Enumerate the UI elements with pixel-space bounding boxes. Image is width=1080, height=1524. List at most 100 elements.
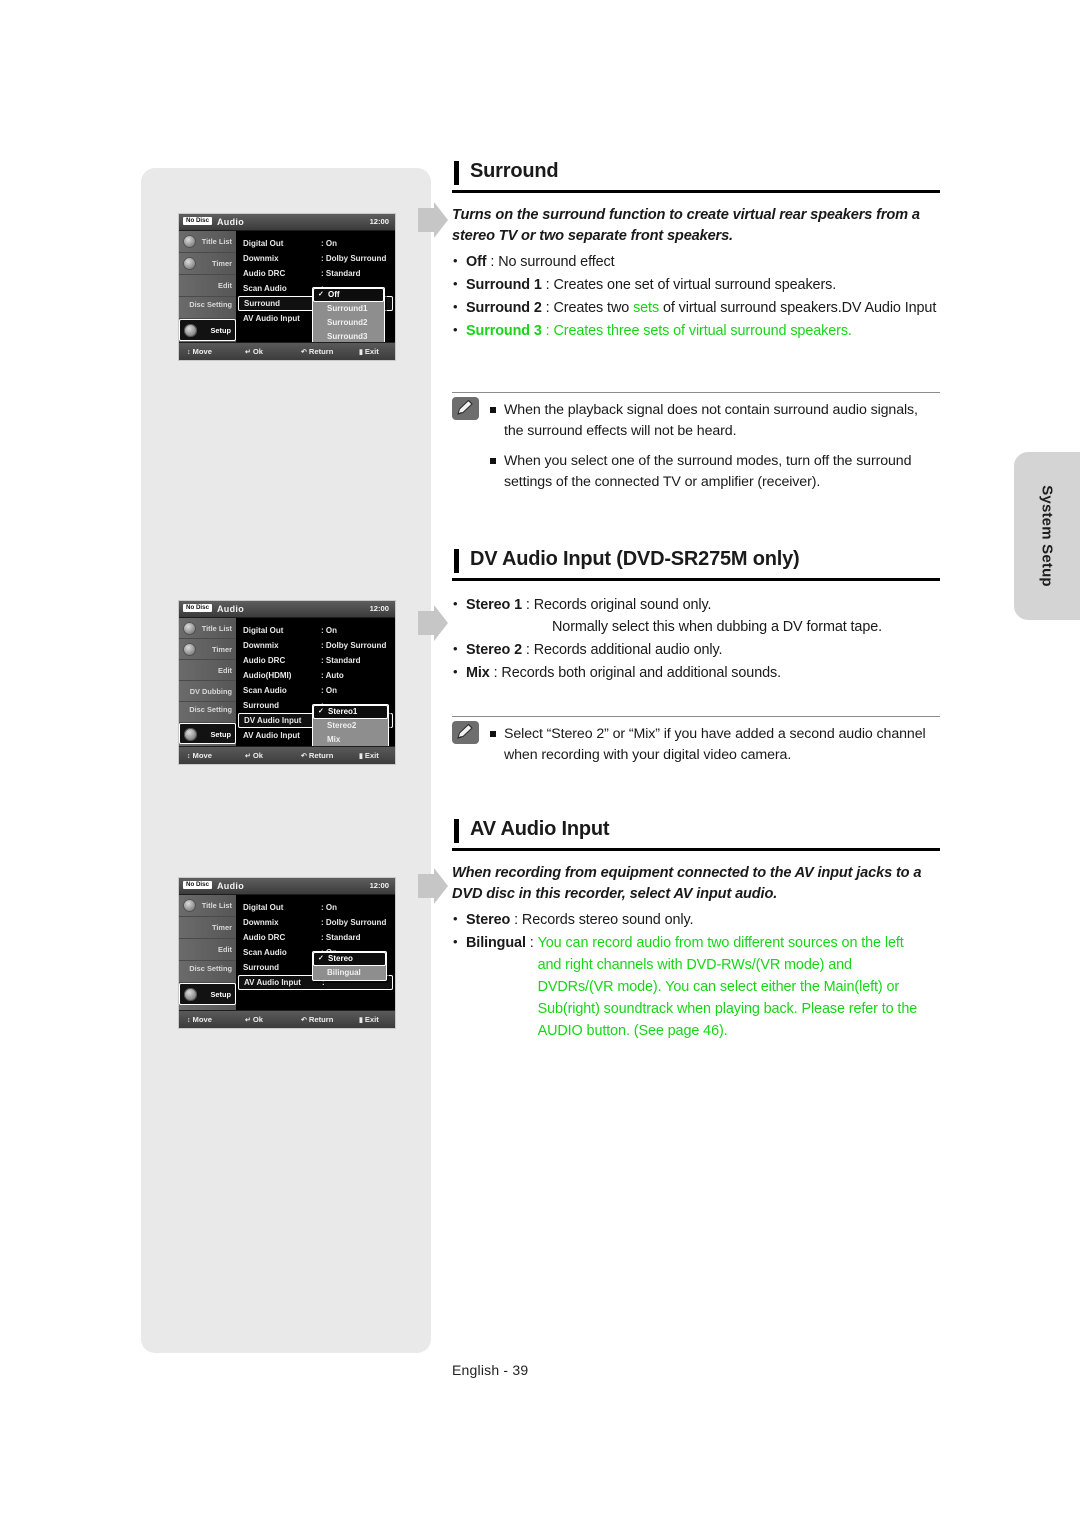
osd-menu-panel: Digital Out : On Downmix : Dolby Surroun… bbox=[236, 895, 395, 1012]
section-heading: DV Audio Input (DVD-SR275M only) bbox=[452, 548, 940, 581]
footer-exit[interactable]: ▮ Exit bbox=[359, 1015, 379, 1024]
osd-menu-panel: Digital Out : On Downmix : Dolby Surroun… bbox=[236, 231, 395, 345]
note-box-surround: When the playback signal does not contai… bbox=[452, 392, 940, 501]
section-heading: Surround bbox=[452, 160, 940, 193]
page-title: AV Audio Input bbox=[470, 818, 610, 840]
footer-exit[interactable]: ▮ Exit bbox=[359, 751, 379, 760]
return-arrow-icon: ↶ bbox=[301, 1017, 307, 1024]
sidebar-item-title-list[interactable]: Title List bbox=[179, 231, 236, 253]
section-intro: Turns on the surround function to create… bbox=[452, 207, 920, 244]
updown-arrow-icon: ↕ bbox=[187, 1017, 191, 1024]
menu-row[interactable]: Digital Out : On bbox=[236, 623, 395, 638]
footer-move[interactable]: ↕ Move bbox=[187, 1015, 212, 1024]
menu-row[interactable]: Audio(HDMI) : Auto bbox=[236, 668, 395, 683]
menu-row[interactable]: Audio DRC : Standard bbox=[236, 653, 395, 668]
osd-screenshot-av-audio-input: No Disc Audio 12:00 Title List Timer Edi… bbox=[178, 877, 396, 1029]
surround-dropdown[interactable]: ✓ Off Surround1 Surround2 Surround3 bbox=[312, 287, 385, 345]
section-heading: AV Audio Input bbox=[452, 818, 940, 851]
dropdown-option-selected[interactable]: ✓ Off bbox=[313, 288, 384, 302]
menu-row[interactable]: Digital Out : On bbox=[236, 900, 395, 915]
return-arrow-icon: ↶ bbox=[301, 349, 307, 356]
sidebar-item-edit[interactable]: Edit bbox=[179, 660, 236, 681]
note-item: Select “Stereo 2” or “Mix” if you have a… bbox=[490, 724, 940, 767]
sidebar-item-edit[interactable]: Edit bbox=[179, 275, 236, 297]
footer-return[interactable]: ↶ Return bbox=[301, 751, 333, 760]
sidebar-item-disc-setting[interactable]: Disc Setting bbox=[179, 961, 236, 983]
dropdown-option[interactable]: Surround1 bbox=[313, 302, 384, 316]
exit-icon: ▮ bbox=[359, 753, 363, 760]
note-item: When the playback signal does not contai… bbox=[490, 400, 940, 443]
pointer-arrow-icon bbox=[418, 202, 448, 238]
pointer-arrow-icon bbox=[418, 605, 448, 641]
menu-row[interactable]: Digital Out : On bbox=[236, 236, 395, 251]
osd-header: No Disc Audio 12:00 bbox=[179, 878, 395, 895]
footer-ok[interactable]: ↵ Ok bbox=[245, 1015, 263, 1024]
dropdown-option[interactable]: Stereo2 bbox=[313, 719, 388, 733]
sidebar-item-disc-setting[interactable]: Disc Setting bbox=[179, 297, 236, 319]
dropdown-option[interactable]: Bilingual bbox=[313, 966, 386, 980]
footer-exit[interactable]: ▮ Exit bbox=[359, 347, 379, 356]
osd-screenshot-dv-audio-input: No Disc Audio 12:00 Title List Timer Edi… bbox=[178, 600, 396, 765]
osd-disc-badge: No Disc bbox=[183, 216, 213, 225]
list-item: Off : No surround effect bbox=[452, 251, 940, 274]
sidebar-item-title-list[interactable]: Title List bbox=[179, 895, 236, 917]
osd-footer-bar: ↕ Move ↵ Ok ↶ Return ▮ Exit bbox=[179, 746, 395, 764]
dropdown-option[interactable]: Mix bbox=[313, 733, 388, 747]
sidebar-item-setup[interactable]: Setup bbox=[179, 319, 236, 341]
title-list-icon bbox=[183, 899, 196, 912]
osd-title: Audio bbox=[217, 603, 244, 614]
sidebar-item-setup[interactable]: Setup bbox=[179, 723, 236, 744]
list-item: Stereo : Records stereo sound only. bbox=[452, 909, 940, 932]
menu-row[interactable]: Audio DRC : Standard bbox=[236, 930, 395, 945]
enter-icon: ↵ bbox=[245, 753, 251, 760]
return-arrow-icon: ↶ bbox=[301, 753, 307, 760]
setup-gear-icon bbox=[184, 988, 197, 1001]
sidebar-item-dv-dubbing[interactable]: DV Dubbing bbox=[179, 681, 236, 702]
sidebar-item-timer[interactable]: Timer bbox=[179, 253, 236, 275]
footer-ok[interactable]: ↵ Ok bbox=[245, 347, 263, 356]
list-item: Bilingual : You can record audio from tw… bbox=[452, 932, 940, 1042]
footer-move[interactable]: ↕ Move bbox=[187, 751, 212, 760]
updown-arrow-icon: ↕ bbox=[187, 753, 191, 760]
osd-footer-bar: ↕ Move ↵ Ok ↶ Return ▮ Exit bbox=[179, 342, 395, 360]
dropdown-option[interactable]: Surround2 bbox=[313, 316, 384, 330]
sidebar-item-edit[interactable]: Edit bbox=[179, 939, 236, 961]
menu-row[interactable]: Audio DRC : Standard bbox=[236, 266, 395, 281]
osd-header: No Disc Audio 12:00 bbox=[179, 214, 395, 231]
dropdown-option-selected[interactable]: ✓ Stereo bbox=[313, 952, 386, 966]
osd-header: No Disc Audio 12:00 bbox=[179, 601, 395, 618]
dv-audio-input-dropdown[interactable]: ✓ Stereo1 Stereo2 Mix bbox=[312, 704, 389, 748]
menu-row[interactable]: Downmix : Dolby Surround bbox=[236, 915, 395, 930]
setup-gear-icon bbox=[184, 324, 197, 337]
dropdown-option-selected[interactable]: ✓ Stereo1 bbox=[313, 705, 388, 719]
footer-move[interactable]: ↕ Move bbox=[187, 347, 212, 356]
osd-title: Audio bbox=[217, 216, 244, 227]
list-item: Surround 2 : Creates two sets of virtual… bbox=[452, 297, 940, 320]
footer-return[interactable]: ↶ Return bbox=[301, 347, 333, 356]
footer-ok[interactable]: ↵ Ok bbox=[245, 751, 263, 760]
sidebar-item-disc-setting[interactable]: Disc Setting bbox=[179, 702, 236, 723]
sidebar-item-setup[interactable]: Setup bbox=[179, 983, 236, 1005]
list-item: Surround 1 : Creates one set of virtual … bbox=[452, 274, 940, 297]
osd-clock: 12:00 bbox=[369, 881, 389, 890]
osd-disc-badge: No Disc bbox=[183, 603, 213, 612]
footer-return[interactable]: ↶ Return bbox=[301, 1015, 333, 1024]
timer-icon bbox=[183, 643, 196, 656]
av-audio-input-dropdown[interactable]: ✓ Stereo Bilingual bbox=[312, 951, 387, 981]
menu-row[interactable]: Scan Audio : On bbox=[236, 683, 395, 698]
list-item: Mix : Records both original and addition… bbox=[452, 662, 940, 685]
osd-sidebar: Title List Timer Edit Disc Setting Setup bbox=[179, 231, 236, 344]
highlight-text: sets bbox=[633, 300, 660, 317]
sidebar-item-timer[interactable]: Timer bbox=[179, 639, 236, 660]
osd-sidebar: Title List Timer Edit DV Dubbing Disc Se… bbox=[179, 618, 236, 748]
enter-icon: ↵ bbox=[245, 349, 251, 356]
checkmark-icon: ✓ bbox=[318, 708, 324, 715]
sidebar-item-timer[interactable]: Timer bbox=[179, 917, 236, 939]
setup-gear-icon bbox=[184, 728, 197, 741]
enter-icon: ↵ bbox=[245, 1017, 251, 1024]
page-title: DV Audio Input (DVD-SR275M only) bbox=[470, 548, 800, 570]
menu-row[interactable]: Downmix : Dolby Surround bbox=[236, 638, 395, 653]
list-item: Surround 3 : Creates three sets of virtu… bbox=[452, 320, 940, 343]
sidebar-item-title-list[interactable]: Title List bbox=[179, 618, 236, 639]
menu-row[interactable]: Downmix : Dolby Surround bbox=[236, 251, 395, 266]
